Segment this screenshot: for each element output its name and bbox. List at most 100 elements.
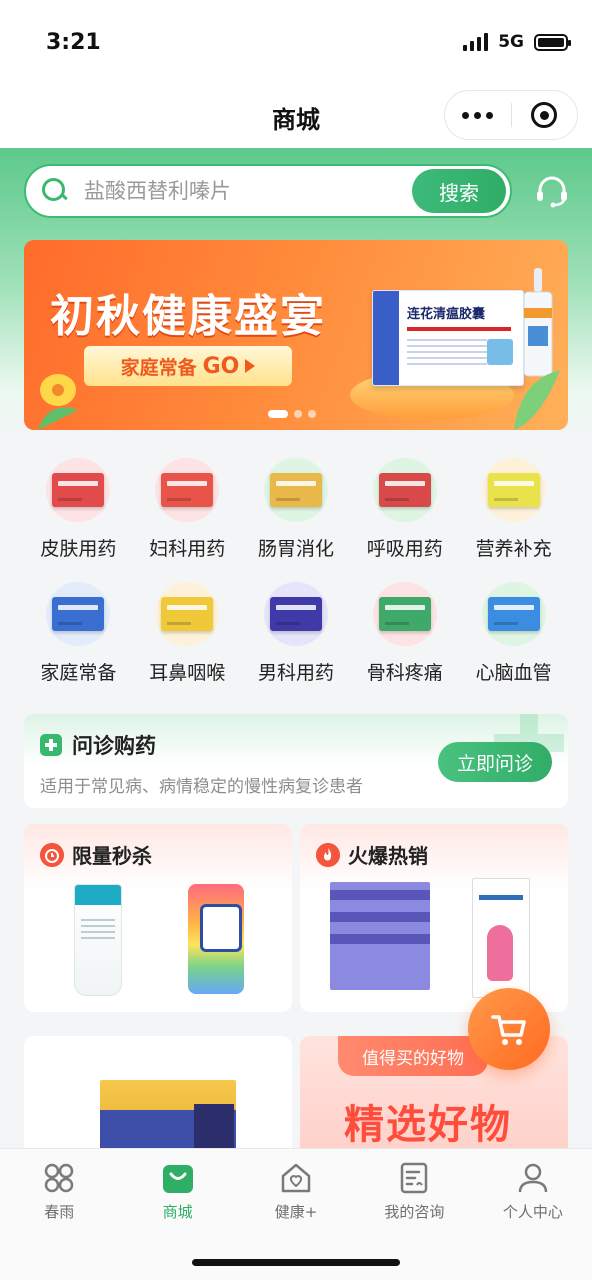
grid-icon: [44, 1163, 74, 1193]
tab-profile[interactable]: 个人中心: [474, 1149, 592, 1237]
banner-product-name: 连花清瘟胶囊: [407, 307, 486, 322]
search-bar[interactable]: 搜索: [24, 164, 512, 218]
category-item[interactable]: 妇科用药: [133, 452, 242, 566]
play-arrow-icon: [245, 359, 256, 373]
more-icon[interactable]: [445, 111, 511, 119]
medicine-pack-image: [378, 473, 431, 507]
search-icon: [42, 178, 68, 204]
medicine-pack-image: [52, 597, 105, 631]
shopping-bag-icon: [162, 1165, 193, 1193]
category-image: [481, 582, 546, 646]
signal-icon: [463, 33, 489, 51]
tab-label: 健康+: [274, 1203, 318, 1221]
status-bar: 3:21 5G: [0, 0, 592, 88]
medicine-pack-image: [269, 473, 322, 507]
banner-pagination: [268, 410, 316, 418]
medicine-pack-image: [269, 597, 322, 631]
tab-chunyu[interactable]: 春雨: [0, 1149, 118, 1237]
category-item[interactable]: 耳鼻咽喉: [133, 576, 242, 690]
banner-cta-button[interactable]: 家庭常备 GO: [84, 346, 292, 386]
category-label: 心脑血管: [475, 662, 552, 684]
category-image: [46, 458, 111, 522]
category-image: [263, 582, 328, 646]
tab-label: 个人中心: [502, 1203, 563, 1221]
category-grid: 皮肤用药 妇科用药 肠胃消化 呼吸用药 营养补充家庭常备 耳鼻咽喉 男科用药 骨科疼痛 心脑血管: [24, 452, 568, 690]
banner-title: 初秋健康盛宴: [50, 291, 326, 342]
category-image: [155, 582, 220, 646]
nav-bar: 商城: [0, 88, 592, 148]
category-label: 家庭常备: [40, 662, 117, 684]
tab-health[interactable]: 健康+: [237, 1149, 355, 1237]
category-item[interactable]: 男科用药: [242, 576, 351, 690]
category-image: [263, 458, 328, 522]
hand-sanitizer-product[interactable]: [74, 884, 122, 996]
bottom-tab-bar: 春雨 商城 健康+ 我的咨询 个人中心: [0, 1148, 592, 1280]
customer-service-icon[interactable]: [532, 172, 572, 212]
flash-sale-card[interactable]: 限量秒杀: [24, 824, 292, 1012]
category-image: [372, 458, 437, 522]
status-time: 3:21: [46, 30, 101, 55]
promo-banner[interactable]: 初秋健康盛宴 家庭常备 GO 连花清瘟胶囊: [24, 240, 568, 430]
banner-cta-go: GO: [202, 353, 240, 379]
prenatal-vitamin-product[interactable]: [472, 878, 530, 998]
probiotics-product[interactable]: [330, 882, 430, 990]
medical-kit-icon: [40, 734, 62, 756]
consult-now-button[interactable]: 立即问诊: [438, 742, 552, 782]
category-label: 耳鼻咽喉: [149, 662, 226, 684]
category-item[interactable]: 呼吸用药: [350, 452, 459, 566]
category-label: 皮肤用药: [40, 538, 117, 560]
search-input[interactable]: [84, 179, 412, 203]
category-label: 呼吸用药: [366, 538, 443, 560]
consult-card[interactable]: 问诊购药 适用于常见病、病情稳定的慢性病复诊患者 立即问诊: [24, 714, 568, 808]
person-icon: [518, 1163, 548, 1193]
hot-sale-card[interactable]: 火爆热销: [300, 824, 568, 1012]
flower-decoration-icon: [38, 374, 78, 430]
tab-my-consult[interactable]: 我的咨询: [355, 1149, 473, 1237]
medicine-pack-image: [52, 473, 105, 507]
leaf-decoration-icon: [514, 370, 560, 430]
status-indicators: 5G: [463, 32, 571, 52]
category-image: [46, 582, 111, 646]
hot-sale-title: 火爆热销: [348, 844, 428, 868]
consult-header: 问诊购药: [40, 730, 156, 760]
wipes-product[interactable]: [188, 884, 244, 994]
medicine-pack-image: [161, 597, 214, 631]
category-item[interactable]: 心脑血管: [459, 576, 568, 690]
medicine-pack-image: [487, 473, 540, 507]
home-indicator: [192, 1259, 400, 1266]
category-item[interactable]: 肠胃消化: [242, 452, 351, 566]
alarm-clock-icon: [40, 842, 64, 867]
medicine-pack-image: [161, 473, 214, 507]
medicine-pack-image: [378, 597, 431, 631]
tab-mall[interactable]: 商城: [118, 1149, 236, 1237]
selection-tag: 值得买的好物: [338, 1036, 488, 1076]
consult-description: 适用于常见病、病情稳定的慢性病复诊患者: [40, 777, 363, 797]
product-card-qinggong[interactable]: [24, 1036, 292, 1156]
search-button[interactable]: 搜索: [412, 169, 506, 213]
flash-sale-title: 限量秒杀: [72, 844, 152, 868]
category-label: 肠胃消化: [257, 538, 334, 560]
category-label: 骨科疼痛: [366, 662, 443, 684]
banner-cta-label: 家庭常备: [120, 356, 197, 379]
tab-label: 商城: [162, 1203, 193, 1221]
category-label: 营养补充: [475, 538, 552, 560]
category-item[interactable]: 营养补充: [459, 452, 568, 566]
category-item[interactable]: 骨科疼痛: [350, 576, 459, 690]
fire-icon: [316, 842, 340, 867]
cart-button[interactable]: [468, 988, 550, 1070]
category-image: [481, 458, 546, 522]
medicine-pack-image: [487, 597, 540, 631]
category-item[interactable]: 家庭常备: [24, 576, 133, 690]
tea-gift-box-product: [100, 1080, 236, 1156]
category-label: 妇科用药: [149, 538, 226, 560]
selection-title: 精选好物: [344, 1102, 512, 1148]
consult-document-icon: [401, 1162, 428, 1194]
tab-label: 我的咨询: [384, 1203, 445, 1221]
category-item[interactable]: 皮肤用药: [24, 452, 133, 566]
health-house-icon: [281, 1163, 311, 1193]
close-miniprogram-icon[interactable]: [512, 102, 578, 128]
mini-program-capsule: [444, 90, 578, 140]
category-label: 男科用药: [257, 662, 334, 684]
cart-icon: [491, 1015, 526, 1045]
flash-sale-header: 限量秒杀: [40, 840, 152, 869]
